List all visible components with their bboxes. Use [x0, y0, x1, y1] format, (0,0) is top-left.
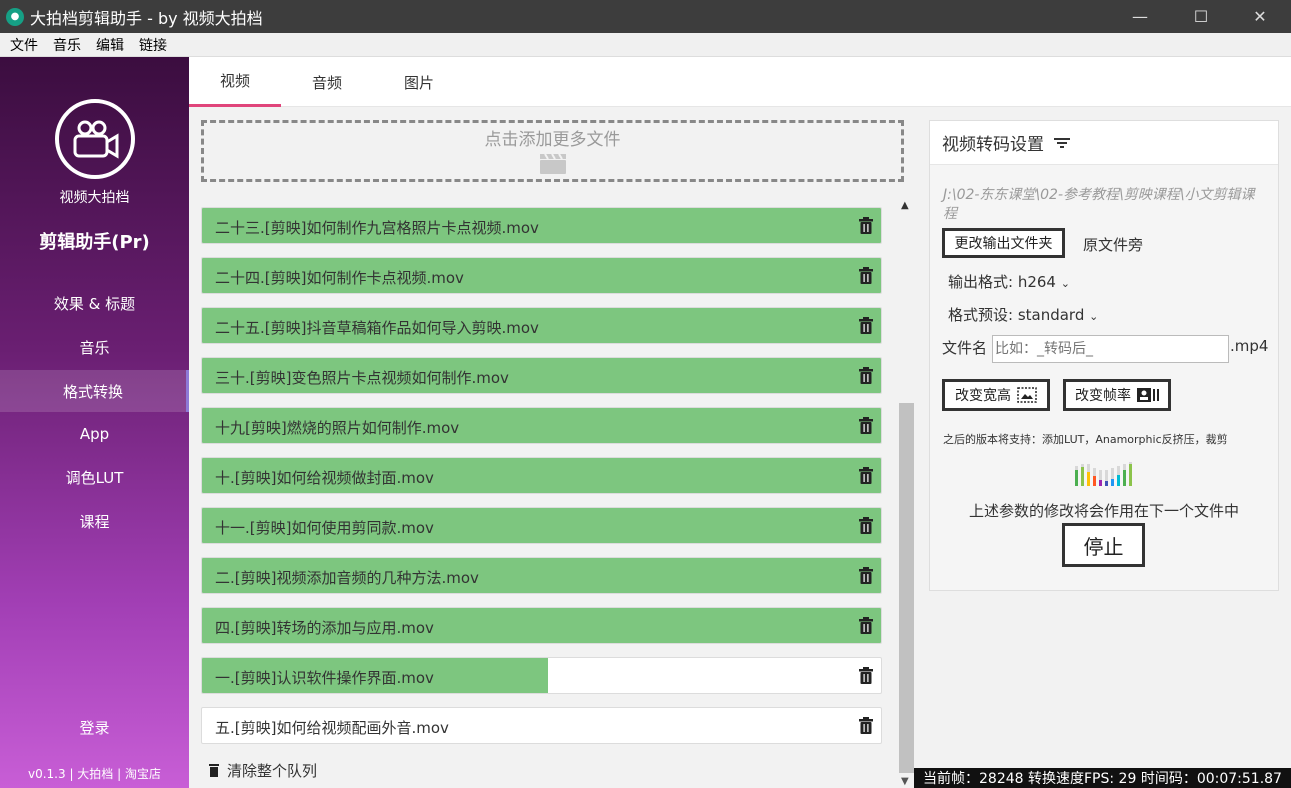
trash-icon[interactable] — [859, 267, 873, 284]
trash-icon[interactable] — [859, 217, 873, 234]
tab-video[interactable]: 视频 — [189, 57, 281, 107]
filename-label: 文件名 — [942, 339, 988, 357]
app-icon: ● — [6, 7, 24, 26]
trash-icon[interactable] — [859, 617, 873, 634]
file-name: 十一.[剪映]如何使用剪同款.mov — [215, 519, 434, 537]
file-name: 二十五.[剪映]抖音草稿箱作品如何导入剪映.mov — [215, 319, 539, 337]
file-row[interactable]: 二十三.[剪映]如何制作九宫格照片卡点视频.mov — [201, 207, 882, 244]
file-row[interactable]: 四.[剪映]转场的添加与应用.mov — [201, 607, 882, 644]
file-name: 三十.[剪映]变色照片卡点视频如何制作.mov — [215, 369, 509, 387]
sidebar-item-effects[interactable]: 效果 & 标题 — [0, 282, 189, 324]
trash-icon[interactable] — [859, 367, 873, 384]
file-name: 十.[剪映]如何给视频做封面.mov — [215, 469, 434, 487]
sidebar-item-lut[interactable]: 调色LUT — [0, 456, 189, 498]
dropzone-label: 点击添加更多文件 — [484, 130, 621, 150]
minimize-button[interactable]: — — [1117, 0, 1163, 33]
filter-icon[interactable] — [1054, 137, 1070, 149]
future-features-note: 之后的版本将支持：添加LUT，Anamorphic反挤压，裁剪 — [943, 433, 1228, 446]
chevron-down-icon: ⌄ — [1089, 310, 1099, 323]
file-name: 二.[剪映]视频添加音频的几种方法.mov — [215, 569, 479, 587]
trash-icon[interactable] — [859, 717, 873, 734]
sidebar: 视频大拍档 剪辑助手(Pr) 效果 & 标题 音乐 格式转换 App 调色LUT… — [0, 57, 189, 788]
output-format-label: 输出格式: h264 — [948, 273, 1056, 291]
trash-icon[interactable] — [859, 667, 873, 684]
scroll-down-arrow-icon[interactable]: ▼ — [901, 776, 909, 787]
change-size-button[interactable]: 改变宽高 — [942, 379, 1050, 411]
brand-name: 视频大拍档 — [59, 190, 130, 206]
file-row[interactable]: 二十五.[剪映]抖音草稿箱作品如何导入剪映.mov — [201, 307, 882, 344]
clapperboard-icon — [539, 154, 566, 174]
file-row[interactable]: 一.[剪映]认识软件操作界面.mov — [201, 657, 882, 694]
file-row[interactable]: 二十四.[剪映]如何制作卡点视频.mov — [201, 257, 882, 294]
trash-icon[interactable] — [859, 517, 873, 534]
file-row[interactable]: 三十.[剪映]变色照片卡点视频如何制作.mov — [201, 357, 882, 394]
change-size-label: 改变宽高 — [955, 388, 1011, 404]
add-files-dropzone[interactable]: 点击添加更多文件 — [201, 120, 904, 182]
transcode-settings-panel: 视频转码设置 J:\02-东东课堂\02-参考教程\剪映课程\小文剪辑课程 更改… — [929, 120, 1279, 591]
file-name: 一.[剪映]认识软件操作界面.mov — [215, 669, 434, 687]
file-name: 二十三.[剪映]如何制作九宫格照片卡点视频.mov — [215, 219, 539, 237]
file-row[interactable]: 十一.[剪映]如何使用剪同款.mov — [201, 507, 882, 544]
menu-links[interactable]: 链接 — [139, 35, 167, 55]
maximize-button[interactable]: ☐ — [1178, 0, 1224, 33]
sidebar-item-app[interactable]: App — [0, 413, 189, 455]
stop-button[interactable]: 停止 — [1062, 523, 1145, 567]
format-preset-label: 格式预设: standard — [948, 306, 1085, 324]
image-resize-icon — [1017, 387, 1037, 403]
panel-header: 视频转码设置 — [930, 121, 1278, 165]
file-name: 二十四.[剪映]如何制作卡点视频.mov — [215, 269, 464, 287]
output-path: J:\02-东东课堂\02-参考教程\剪映课程\小文剪辑课程 — [943, 187, 1255, 222]
menu-music[interactable]: 音乐 — [53, 35, 81, 55]
menu-edit[interactable]: 编辑 — [96, 35, 124, 55]
change-output-folder-button[interactable]: 更改输出文件夹 — [942, 228, 1065, 258]
conversion-status: 当前帧：28248 转换速度FPS: 29 时间码：00:07:51.87 — [914, 768, 1291, 788]
trash-icon[interactable] — [859, 467, 873, 484]
output-format-select[interactable]: 输出格式: h264 ⌄ — [948, 271, 1070, 292]
format-preset-select[interactable]: 格式预设: standard ⌄ — [948, 304, 1098, 325]
scrollbar-thumb[interactable] — [899, 403, 914, 773]
window-title: 大拍档剪辑助手 - by 视频大拍档 — [30, 8, 263, 28]
trash-icon[interactable] — [859, 317, 873, 334]
title-bar: ● 大拍档剪辑助手 - by 视频大拍档 — ☐ ✕ — [0, 0, 1291, 33]
change-fps-button[interactable]: 改变帧率 — [1063, 379, 1171, 411]
brand-product: 剪辑助手(Pr) — [39, 232, 150, 253]
version-info: v0.1.3 | 大拍档 | 淘宝店 — [28, 767, 161, 781]
tab-image[interactable]: 图片 — [373, 57, 465, 107]
apply-note: 上述参数的修改将会作用在下一个文件中 — [968, 502, 1239, 520]
menu-bar: 文件 音乐 编辑 链接 — [0, 33, 1291, 57]
tab-audio[interactable]: 音频 — [281, 57, 373, 107]
file-row[interactable]: 五.[剪映]如何给视频配画外音.mov — [201, 707, 882, 744]
video-camera-logo-icon — [55, 99, 135, 179]
trash-icon[interactable] — [859, 417, 873, 434]
media-tabs: 视频 音频 图片 — [189, 57, 1291, 107]
login-link[interactable]: 登录 — [0, 717, 189, 738]
menu-file[interactable]: 文件 — [10, 35, 38, 55]
trash-icon[interactable] — [859, 567, 873, 584]
audio-level-meter-icon — [1075, 462, 1132, 486]
extension-label: .mp4 — [1230, 337, 1269, 355]
file-name: 四.[剪映]转场的添加与应用.mov — [215, 619, 434, 637]
file-row[interactable]: 十九[剪映]燃烧的照片如何制作.mov — [201, 407, 882, 444]
clear-queue-label: 清除整个队列 — [227, 762, 318, 780]
file-name: 十九[剪映]燃烧的照片如何制作.mov — [215, 419, 460, 437]
filename-input[interactable] — [992, 335, 1229, 363]
sidebar-item-courses[interactable]: 课程 — [0, 500, 189, 542]
portrait-card-icon — [1137, 388, 1159, 402]
trash-icon — [209, 764, 219, 777]
sidebar-item-format-convert[interactable]: 格式转换 — [0, 370, 189, 412]
change-fps-label: 改变帧率 — [1075, 388, 1131, 404]
file-row[interactable]: 二.[剪映]视频添加音频的几种方法.mov — [201, 557, 882, 594]
close-button[interactable]: ✕ — [1237, 0, 1283, 33]
chevron-down-icon: ⌄ — [1060, 277, 1070, 290]
panel-title: 视频转码设置 — [942, 135, 1044, 155]
file-name: 五.[剪映]如何给视频配画外音.mov — [215, 719, 449, 737]
original-folder-option[interactable]: 原文件旁 — [1083, 234, 1143, 255]
clear-queue-button[interactable]: 清除整个队列 — [209, 760, 317, 781]
scroll-up-arrow-icon[interactable]: ▲ — [901, 200, 909, 211]
file-row[interactable]: 十.[剪映]如何给视频做封面.mov — [201, 457, 882, 494]
sidebar-item-music[interactable]: 音乐 — [0, 326, 189, 368]
